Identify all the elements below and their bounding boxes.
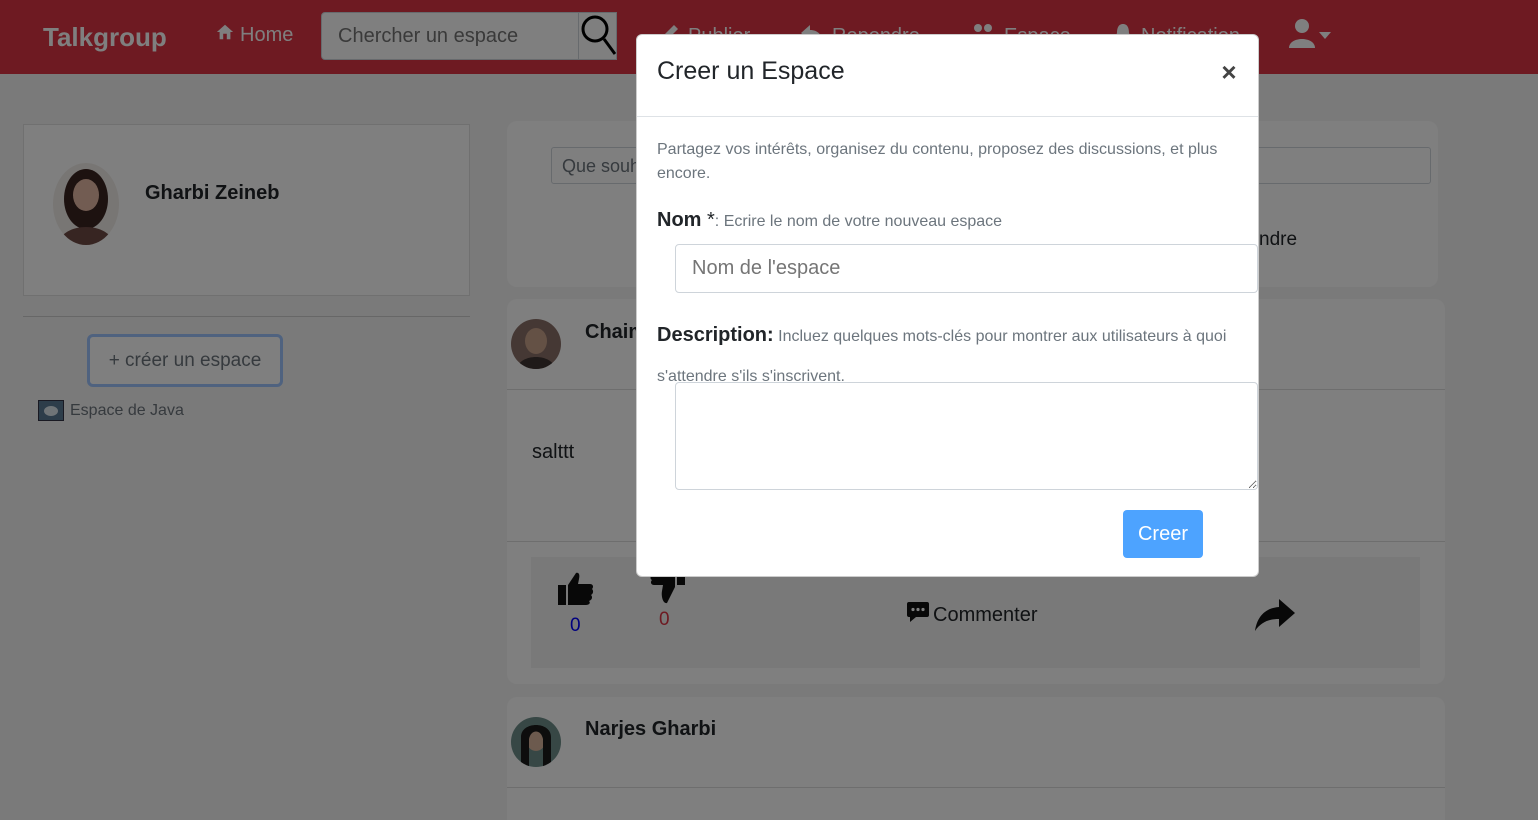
space-description-textarea[interactable] — [675, 382, 1258, 490]
modal-intro-text: Partagez vos intérêts, organisez du cont… — [657, 141, 1218, 182]
name-field-label: Nom *: Ecrire le nom de votre nouveau es… — [657, 209, 1002, 232]
modal-title: Creer un Espace — [657, 57, 845, 85]
modal-header: Creer un Espace × — [637, 35, 1258, 117]
create-space-modal: Creer un Espace × Partagez vos intérêts,… — [636, 34, 1259, 577]
space-name-input[interactable] — [675, 244, 1258, 293]
name-hint: : Ecrire le nom de votre nouveau espace — [714, 213, 1003, 230]
name-label: Nom — [657, 209, 702, 231]
close-icon[interactable]: × — [1218, 59, 1240, 85]
create-submit-button[interactable]: Creer — [1123, 510, 1203, 558]
description-label: Description: — [657, 324, 774, 346]
required-marker: * — [701, 209, 715, 231]
